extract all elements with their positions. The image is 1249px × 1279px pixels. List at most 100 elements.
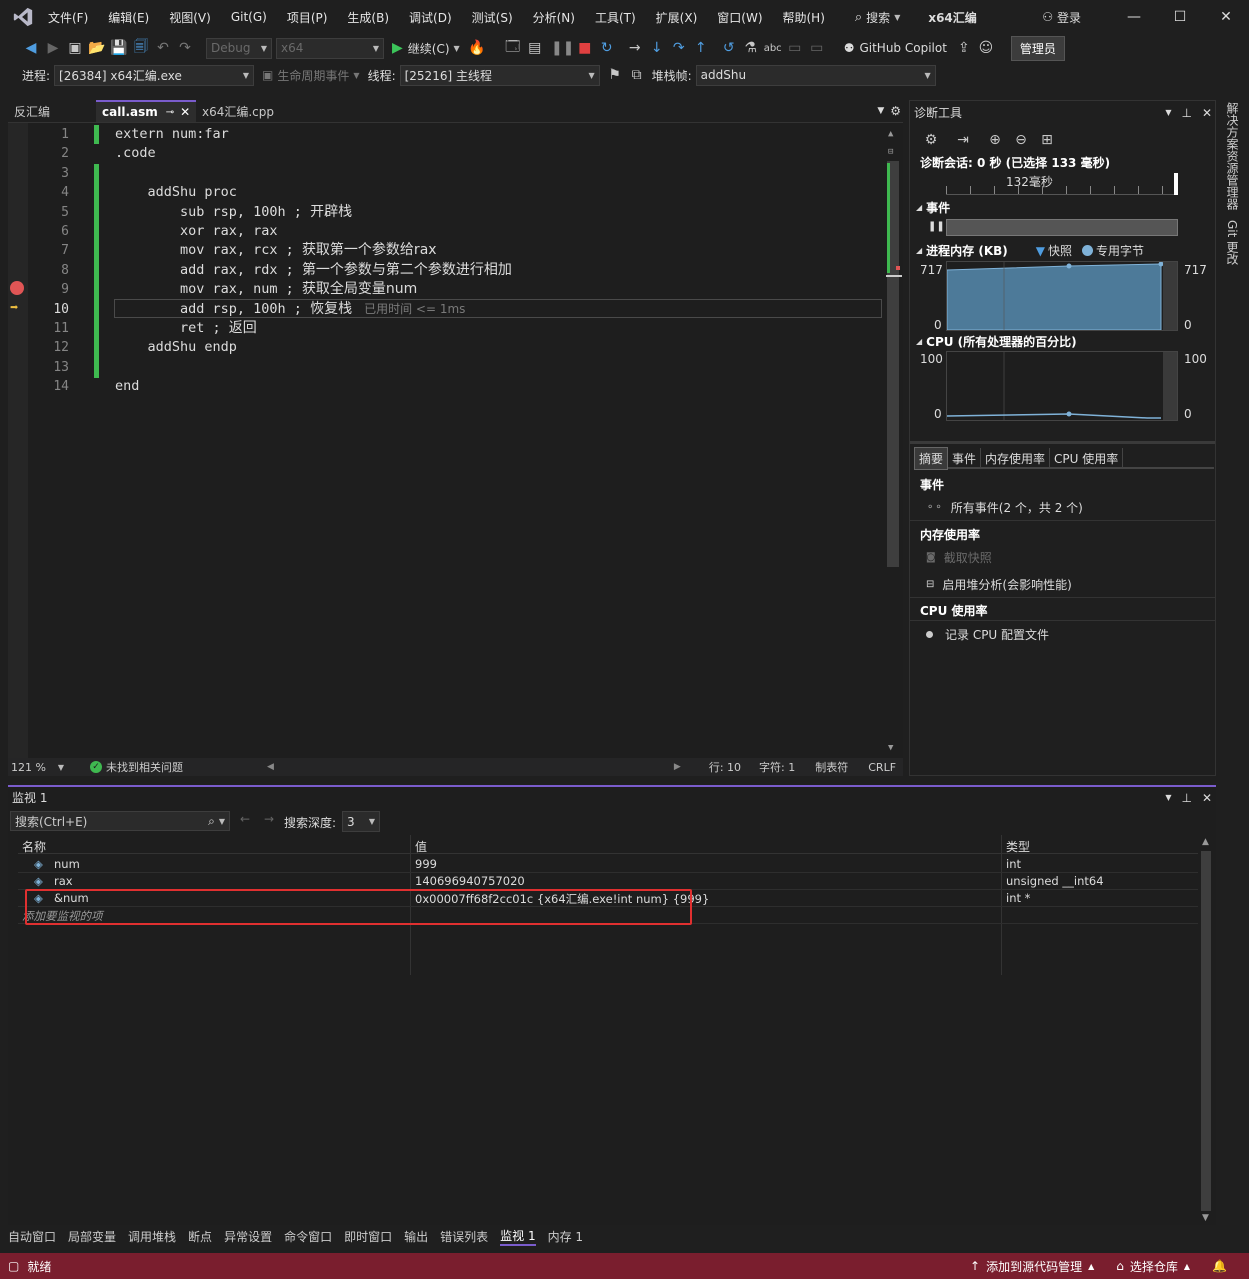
back-nav-icon[interactable]: ◀	[20, 37, 42, 59]
continue-button[interactable]: ▶ 继续(C) ▼	[392, 40, 460, 57]
bottom-tab[interactable]: 即时窗口	[344, 1228, 392, 1245]
enable-heap-button[interactable]: ⊟ 启用堆分析(会影响性能)	[926, 576, 1072, 593]
code-line[interactable]: add rsp, 100h ; 恢复栈 已用时间 <= 1ms	[115, 300, 465, 319]
bottom-tab[interactable]: 局部变量	[68, 1228, 116, 1245]
process-select[interactable]: [26384] x64汇编.exe ▼	[54, 64, 255, 86]
code-line[interactable]: sub rsp, 100h ; 开辟栈	[115, 203, 352, 222]
lifecycle-icon[interactable]: ▣	[262, 68, 273, 82]
settings-icon[interactable]: ⚙	[890, 104, 901, 118]
reset-view-icon[interactable]: ⊞	[1036, 129, 1058, 151]
platform-select[interactable]: x64 ▼	[276, 37, 384, 59]
git-changes-tab[interactable]: Git 更改	[1224, 220, 1241, 265]
panel-menu-icon[interactable]: ▼	[1165, 793, 1171, 802]
search-forward-icon[interactable]: →	[264, 812, 274, 826]
show-next-statement-icon[interactable]: →	[624, 37, 646, 59]
minimize-button[interactable]: —	[1111, 0, 1157, 34]
menu-item[interactable]: 文件(F)	[48, 9, 88, 26]
bottom-tab[interactable]: 调用堆栈	[128, 1228, 176, 1245]
menu-item[interactable]: 生成(B)	[347, 9, 389, 26]
code-line[interactable]: end	[115, 377, 139, 396]
memory-graph[interactable]	[946, 261, 1178, 331]
code-line[interactable]: .code	[115, 144, 156, 163]
pin-icon[interactable]: ⊸	[166, 107, 174, 118]
notifications-bell-icon[interactable]: 🔔	[1212, 1259, 1227, 1273]
scroll-right-icon[interactable]: ▶	[674, 762, 681, 772]
bottom-tab[interactable]: 错误列表	[440, 1228, 488, 1245]
diag-splitter[interactable]	[910, 441, 1215, 444]
bottom-tab[interactable]: 异常设置	[224, 1228, 272, 1245]
all-events-link[interactable]: ⚬⚬ 所有事件(2 个，共 2 个)	[926, 499, 1083, 516]
split-icon[interactable]: ⊟	[888, 147, 893, 157]
save-icon[interactable]: 💾	[108, 37, 130, 59]
watch-value[interactable]: 140696940757020	[415, 874, 525, 888]
code-line[interactable]: ret ; 返回	[115, 319, 257, 338]
cpu-graph[interactable]	[946, 351, 1178, 421]
memory-section-header[interactable]: ◢ 进程内存 (KB) ▼ 快照 专用字节	[916, 242, 1144, 259]
close-tab-icon[interactable]: ✕	[180, 105, 190, 119]
code-line[interactable]: extern num:far	[115, 125, 229, 144]
diagnostics-icon[interactable]: ⚗	[740, 37, 762, 59]
flag-icon[interactable]: ⚑	[604, 64, 626, 86]
pause-events-icon[interactable]: ❚❚	[928, 221, 945, 232]
new-project-icon[interactable]: ▣	[64, 37, 86, 59]
scroll-up-icon[interactable]: ▲	[1202, 837, 1209, 847]
menu-item[interactable]: 扩展(X)	[656, 9, 698, 26]
menu-item[interactable]: 测试(S)	[472, 9, 513, 26]
save-all-icon[interactable]: 🗐	[130, 37, 152, 59]
search-depth-select[interactable]: 3 ▼	[342, 811, 380, 832]
indent-mode[interactable]: 制表符	[815, 759, 848, 775]
issues-indicator[interactable]: ✓ 未找到相关问题	[90, 759, 183, 775]
scroll-left-icon[interactable]: ◀	[267, 762, 274, 772]
github-copilot-button[interactable]: ⚉ GitHub Copilot	[844, 41, 947, 55]
scroll-down-icon[interactable]: ▼	[1202, 1213, 1209, 1223]
step-into-icon[interactable]: ↓	[646, 37, 668, 59]
restart-icon[interactable]: ↻	[596, 37, 618, 59]
stop-icon[interactable]: ■	[574, 37, 596, 59]
add-source-control-button[interactable]: ↑ 添加到源代码管理 ▲	[970, 1258, 1094, 1275]
cpu-section-header[interactable]: ◢ CPU (所有处理器的百分比)	[916, 333, 1077, 350]
bottom-tab[interactable]: 监视 1	[500, 1227, 536, 1246]
panel-menu-icon[interactable]: ▼	[1165, 108, 1171, 117]
lifecycle-events-label[interactable]: 生命周期事件	[277, 67, 349, 84]
menu-item[interactable]: 调试(D)	[409, 9, 452, 26]
zoom-select[interactable]: 121 % ▼	[8, 761, 68, 774]
tab-x64-cpp[interactable]: x64汇编.cpp	[196, 100, 280, 122]
bottom-tab[interactable]: 自动窗口	[8, 1228, 56, 1245]
scroll-down-icon[interactable]: ▼	[888, 743, 893, 753]
thread-select[interactable]: [25216] 主线程 ▼	[399, 64, 600, 86]
diag-tab[interactable]: 事件	[948, 447, 982, 469]
step-out-icon[interactable]: ↑	[690, 37, 712, 59]
open-folder-icon[interactable]: 📂	[86, 37, 108, 59]
diag-tab[interactable]: CPU 使用率	[1050, 447, 1124, 469]
menu-item[interactable]: 分析(N)	[533, 9, 575, 26]
record-cpu-button[interactable]: 记录 CPU 配置文件	[926, 626, 1049, 643]
bottom-tab[interactable]: 命令窗口	[284, 1228, 332, 1245]
stackframe-select[interactable]: addShu ▼	[695, 64, 936, 86]
forward-nav-icon[interactable]: ▶	[42, 37, 64, 59]
code-line[interactable]: addShu proc	[115, 183, 237, 202]
events-section-header[interactable]: ◢ 事件	[916, 199, 950, 216]
uncomment-icon[interactable]: ▭	[806, 37, 828, 59]
watch-value[interactable]: 999	[415, 857, 437, 871]
maximize-button[interactable]: ☐	[1157, 0, 1203, 34]
perf-tip-hint[interactable]: 已用时间 <= 1ms	[364, 302, 465, 316]
close-panel-icon[interactable]: ✕	[1202, 106, 1212, 120]
take-snapshot-button[interactable]: ◙ 截取快照	[926, 549, 992, 566]
undo-icon[interactable]: ↶	[152, 37, 174, 59]
select-repo-button[interactable]: ⌂ 选择仓库 ▲	[1116, 1258, 1190, 1275]
pause-icon[interactable]: ❚❚	[551, 37, 574, 59]
pin-icon[interactable]: ⊥	[1181, 106, 1191, 120]
watch-search-input[interactable]: 搜索(Ctrl+E) ⌕ ▼	[10, 811, 230, 831]
code-editor[interactable]: ➡ 1 extern num:far 2 .code 3 4 addShu proc 5 s…	[8, 122, 903, 759]
menu-item[interactable]: 窗口(W)	[717, 9, 762, 26]
login-button[interactable]: ⚇ 登录	[1042, 9, 1081, 26]
tab-disassembly[interactable]: 反汇编	[8, 100, 96, 122]
char-indicator[interactable]: 字符: 1	[759, 759, 795, 775]
solution-explorer-tab[interactable]: 解决方案资源管理器	[1224, 102, 1241, 210]
bottom-tab[interactable]: 内存 1	[548, 1228, 583, 1245]
scroll-up-icon[interactable]: ▲	[888, 129, 893, 139]
code-line[interactable]: mov rax, rcx ; 获取第一个参数给rax	[115, 241, 437, 260]
search-back-icon[interactable]: ←	[240, 812, 250, 826]
tab-overflow-icon[interactable]: ▼	[877, 106, 884, 116]
column-header-value[interactable]: 值	[415, 838, 427, 855]
